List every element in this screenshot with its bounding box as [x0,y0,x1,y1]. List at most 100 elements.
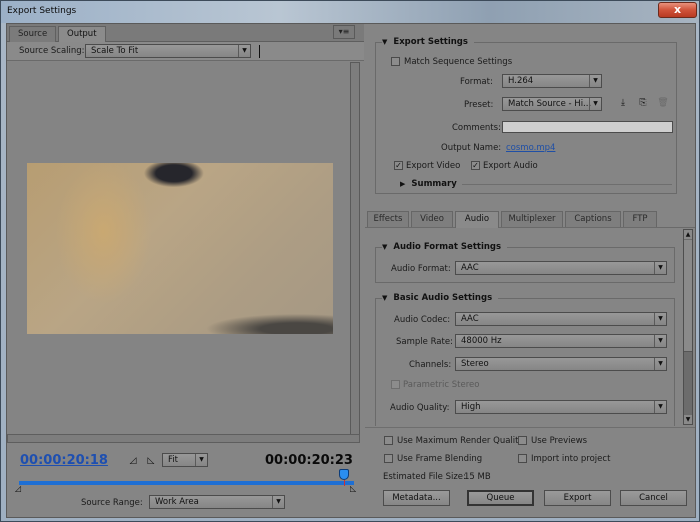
export-video-checkbox[interactable]: ✓ [394,161,403,170]
max-render-quality-label: Use Maximum Render Quality [397,436,524,446]
sample-rate-value: 48000 Hz [461,336,502,346]
chevron-down-icon: ▼ [238,45,250,57]
zoom-level-dropdown[interactable]: Fit ▼ [162,453,208,467]
source-range-dropdown[interactable]: Work Area ▼ [149,495,285,509]
audio-format-title: Audio Format Settings [393,242,502,252]
scroll-up-icon[interactable]: ▲ [684,230,692,239]
tab-audio[interactable]: Audio [455,211,499,228]
import-project-checkbox[interactable] [518,454,527,463]
format-dropdown[interactable]: H.264 ▼ [502,74,602,88]
basic-audio-title: Basic Audio Settings [393,293,493,303]
audio-codec-value: AAC [461,314,479,324]
preview-horizontal-scrollbar[interactable] [7,434,360,443]
basic-audio-header[interactable]: ▼ Basic Audio Settings [382,293,499,303]
audio-settings-scroll-area: ▼ Audio Format Settings Audio Format: AAC… [365,229,695,426]
preview-vertical-scrollbar[interactable] [350,62,360,435]
scroll-down-icon[interactable]: ▼ [684,415,692,424]
source-scaling-row: Source Scaling: Scale To Fit ▼ [7,42,364,61]
export-settings-window: Export Settings x Source Output ▾≡ Sourc… [0,0,700,522]
chevron-down-icon: ▼ [589,98,601,110]
frame-blending-checkbox[interactable] [384,454,393,463]
tab-multiplexer[interactable]: Multiplexer [501,211,563,227]
use-previews-label: Use Previews [531,436,588,446]
export-audio-checkbox[interactable]: ✓ [471,161,480,170]
expand-triangle-icon: ▶ [400,180,406,188]
chevron-down-icon: ▼ [654,262,666,274]
preset-value: Match Source - Hi... [508,99,592,109]
comments-label: Comments: [452,123,501,133]
audio-quality-value: High [461,402,481,412]
collapse-triangle-icon: ▼ [382,243,388,251]
tab-output[interactable]: Output [58,26,106,43]
source-scaling-dropdown[interactable]: Scale To Fit ▼ [85,44,251,58]
chevron-down-icon: ▼ [272,496,284,508]
queue-button[interactable]: Queue [467,490,534,506]
audio-format-label: Audio Format: [391,264,451,274]
channels-dropdown[interactable]: Stereo ▼ [455,357,667,371]
panel-menu-icon[interactable]: ▾≡ [333,25,355,39]
use-previews-checkbox[interactable] [518,436,527,445]
chevron-down-icon: ▼ [654,401,666,413]
mark-in-icon[interactable]: ◿ [128,456,138,466]
source-range-label: Source Range: [81,498,143,508]
out-point-handle[interactable]: ◺ [350,485,358,493]
playhead-handle[interactable] [338,469,349,480]
output-name-link[interactable]: cosmo.mp4 [506,143,555,153]
source-scaling-value: Scale To Fit [91,46,139,56]
export-button[interactable]: Export [544,490,611,506]
audio-quality-label: Audio Quality: [390,403,450,413]
chevron-down-icon: ▼ [654,335,666,347]
timeline-bar[interactable] [19,481,354,485]
channels-value: Stereo [461,359,489,369]
export-settings-header[interactable]: ▼ Export Settings [382,37,474,47]
audio-format-header[interactable]: ▼ Audio Format Settings [382,242,508,252]
settings-tabs: Effects Video Audio Multiplexer Captions… [365,211,695,228]
summary-header[interactable]: ▶ Summary [400,179,463,189]
summary-divider [462,184,672,185]
collapse-triangle-icon: ▼ [382,294,388,302]
sample-rate-dropdown[interactable]: 48000 Hz ▼ [455,334,667,348]
frame-blending-label: Use Frame Blending [397,454,483,464]
close-icon: x [673,3,682,16]
match-sequence-checkbox[interactable] [391,57,400,66]
audio-settings-scrollbar[interactable]: ▲ ▼ [683,229,693,425]
settings-panel: ▼ Export Settings Match Sequence Settings… [365,24,695,517]
export-video-label: Export Video [406,161,461,171]
comments-input[interactable] [502,121,673,133]
collapse-triangle-icon: ▼ [382,38,388,46]
scrollbar-thumb[interactable] [684,240,692,352]
tab-ftp[interactable]: FTP [623,211,657,227]
tab-source[interactable]: Source [9,26,57,42]
file-size-value: 15 MB [464,472,491,482]
preset-dropdown[interactable]: Match Source - Hi... ▼ [502,97,602,111]
cancel-button[interactable]: Cancel [620,490,687,506]
tab-effects[interactable]: Effects [367,211,409,227]
import-project-label: Import into project [531,454,611,464]
window-title: Export Settings [7,6,77,16]
audio-codec-dropdown[interactable]: AAC ▼ [455,312,667,326]
max-render-quality-checkbox[interactable] [384,436,393,445]
preset-label: Preset: [464,100,494,110]
close-button[interactable]: x [658,2,697,18]
title-bar: Export Settings x [1,1,699,23]
import-preset-icon[interactable]: ⎘ [637,97,649,109]
delete-preset-icon[interactable]: 🗑 [657,97,669,109]
in-point-handle[interactable]: ◿ [15,485,23,493]
summary-title: Summary [411,179,457,189]
tab-video[interactable]: Video [411,211,453,227]
text-cursor [259,45,260,58]
current-timecode[interactable]: 00:00:20:18 [20,453,108,468]
video-frame [27,163,333,334]
tab-captions[interactable]: Captions [565,211,621,227]
preview-panel: Source Output ▾≡ Source Scaling: Scale T… [7,24,364,517]
audio-quality-dropdown[interactable]: High ▼ [455,400,667,414]
playhead-line [343,480,345,486]
metadata-button[interactable]: Metadata... [383,490,450,506]
parametric-stereo-checkbox[interactable] [391,380,400,389]
zoom-level-value: Fit [168,455,178,465]
audio-format-dropdown[interactable]: AAC ▼ [455,261,667,275]
mark-out-icon[interactable]: ◺ [146,456,156,466]
dialog-client: Source Output ▾≡ Source Scaling: Scale T… [6,23,696,518]
format-value: H.264 [508,76,534,86]
save-preset-icon[interactable]: ⤓ [617,97,629,109]
